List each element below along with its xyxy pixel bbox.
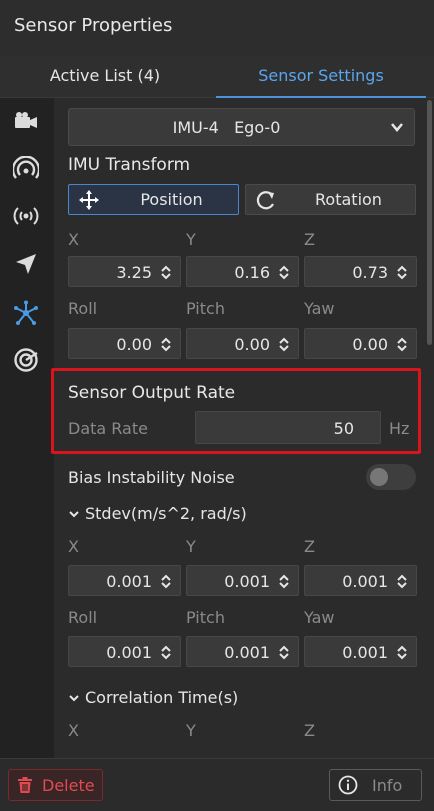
pitch-label: Pitch [186,299,225,318]
stdev-pitch-value: 0.001 [224,643,270,662]
correlation-group-header[interactable]: Correlation Time(s) [68,688,238,707]
spinner-icon[interactable] [278,574,290,589]
yaw-field[interactable]: 0.00 [304,328,417,359]
roll-value: 0.00 [116,335,152,354]
spinner-icon[interactable] [396,574,408,589]
position-z-label: Z [304,230,315,249]
spinner-icon[interactable] [396,645,408,660]
tab-active-list-count: (4) [137,66,161,85]
bias-noise-toggle[interactable] [366,464,416,490]
stdev-roll-value: 0.001 [106,643,152,662]
chevron-down-icon [69,510,79,517]
scrollbar-thumb[interactable] [427,100,432,345]
info-icon [338,775,358,795]
position-z-value: 0.73 [352,263,388,282]
tab-active-list[interactable]: Active List (4) [0,56,210,98]
chevron-down-icon [391,123,403,132]
correlation-x-label: X [68,721,79,740]
broadcast-icon[interactable] [9,199,43,233]
target-sensor-icon[interactable] [9,343,43,377]
spinner-icon[interactable] [160,265,172,280]
imu-transform-title: IMU Transform [68,155,191,175]
position-button-label: Position [140,190,203,209]
chevron-down-icon [69,694,79,701]
sensor-type-sidebar [0,98,54,758]
stdev-yaw-label: Yaw [304,608,335,627]
imu-star-icon[interactable] [9,296,43,330]
spinner-icon[interactable] [160,574,172,589]
position-x-label: X [68,230,79,249]
panel-header: Sensor Properties [0,0,434,56]
info-button-label: Info [372,775,403,795]
stdev-x-field[interactable]: 0.001 [68,565,181,596]
stdev-roll-field[interactable]: 0.001 [68,636,181,667]
tab-sensor-settings[interactable]: Sensor Settings [216,56,426,99]
camera-icon[interactable] [9,104,43,138]
yaw-label: Yaw [304,299,335,318]
position-z-field[interactable]: 0.73 [304,256,417,287]
sensor-select-value: IMU-4 Ego-0 [172,118,281,137]
stdev-z-value: 0.001 [342,572,388,591]
stdev-group-header[interactable]: Stdev(m/s^2, rad/s) [68,504,247,523]
delete-button-label: Delete [42,775,95,795]
correlation-y-label: Y [186,721,196,740]
toggle-knob [370,468,388,486]
spinner-icon[interactable] [396,337,408,352]
data-rate-label: Data Rate [68,419,148,438]
position-x-field[interactable]: 3.25 [68,256,181,287]
stdev-z-label: Z [304,537,315,556]
sensor-select[interactable]: IMU-4 Ego-0 [68,108,415,146]
trash-icon [18,777,32,793]
rotation-button[interactable]: Rotation [245,184,416,215]
bias-noise-title: Bias Instability Noise [68,468,235,487]
rotation-button-label: Rotation [315,190,382,209]
position-y-field[interactable]: 0.16 [186,256,299,287]
stdev-y-field[interactable]: 0.001 [186,565,299,596]
move-icon [79,190,99,210]
stdev-title: Stdev(m/s^2, rad/s) [85,504,247,523]
yaw-value: 0.00 [352,335,388,354]
info-button[interactable]: Info [329,769,422,801]
position-y-label: Y [186,230,196,249]
output-rate-title: Sensor Output Rate [68,383,236,403]
spinner-icon[interactable] [396,265,408,280]
stdev-yaw-field[interactable]: 0.001 [304,636,417,667]
spinner-icon[interactable] [160,337,172,352]
data-rate-input[interactable]: 50 [195,411,381,444]
stdev-pitch-label: Pitch [186,608,225,627]
pitch-value: 0.00 [234,335,270,354]
stdev-y-value: 0.001 [224,572,270,591]
correlation-title: Correlation Time(s) [85,688,239,707]
spinner-icon[interactable] [278,645,290,660]
stdev-y-label: Y [186,537,196,556]
stdev-x-label: X [68,537,79,556]
correlation-z-label: Z [304,721,315,740]
panel-footer: Delete Info [0,758,434,811]
stdev-pitch-field[interactable]: 0.001 [186,636,299,667]
tab-bar: Active List (4) Sensor Settings [0,56,434,99]
rotate-icon [256,191,274,210]
spinner-icon[interactable] [160,645,172,660]
tab-active-list-label: Active List [49,66,133,85]
stdev-roll-label: Roll [68,608,98,627]
panel-title: Sensor Properties [14,15,173,36]
spinner-icon[interactable] [278,337,290,352]
position-x-value: 3.25 [116,263,152,282]
delete-button[interactable]: Delete [8,769,103,801]
radar-icon[interactable] [9,152,43,186]
roll-field[interactable]: 0.00 [68,328,181,359]
stdev-z-field[interactable]: 0.001 [304,565,417,596]
data-rate-unit: Hz [389,419,410,438]
stdev-x-value: 0.001 [106,572,152,591]
stdev-yaw-value: 0.001 [342,643,388,662]
navigation-arrow-icon[interactable] [9,247,43,281]
data-rate-value: 50 [333,419,354,438]
position-y-value: 0.16 [234,263,270,282]
position-button[interactable]: Position [68,184,239,215]
roll-label: Roll [68,299,98,318]
pitch-field[interactable]: 0.00 [186,328,299,359]
spinner-icon[interactable] [278,265,290,280]
